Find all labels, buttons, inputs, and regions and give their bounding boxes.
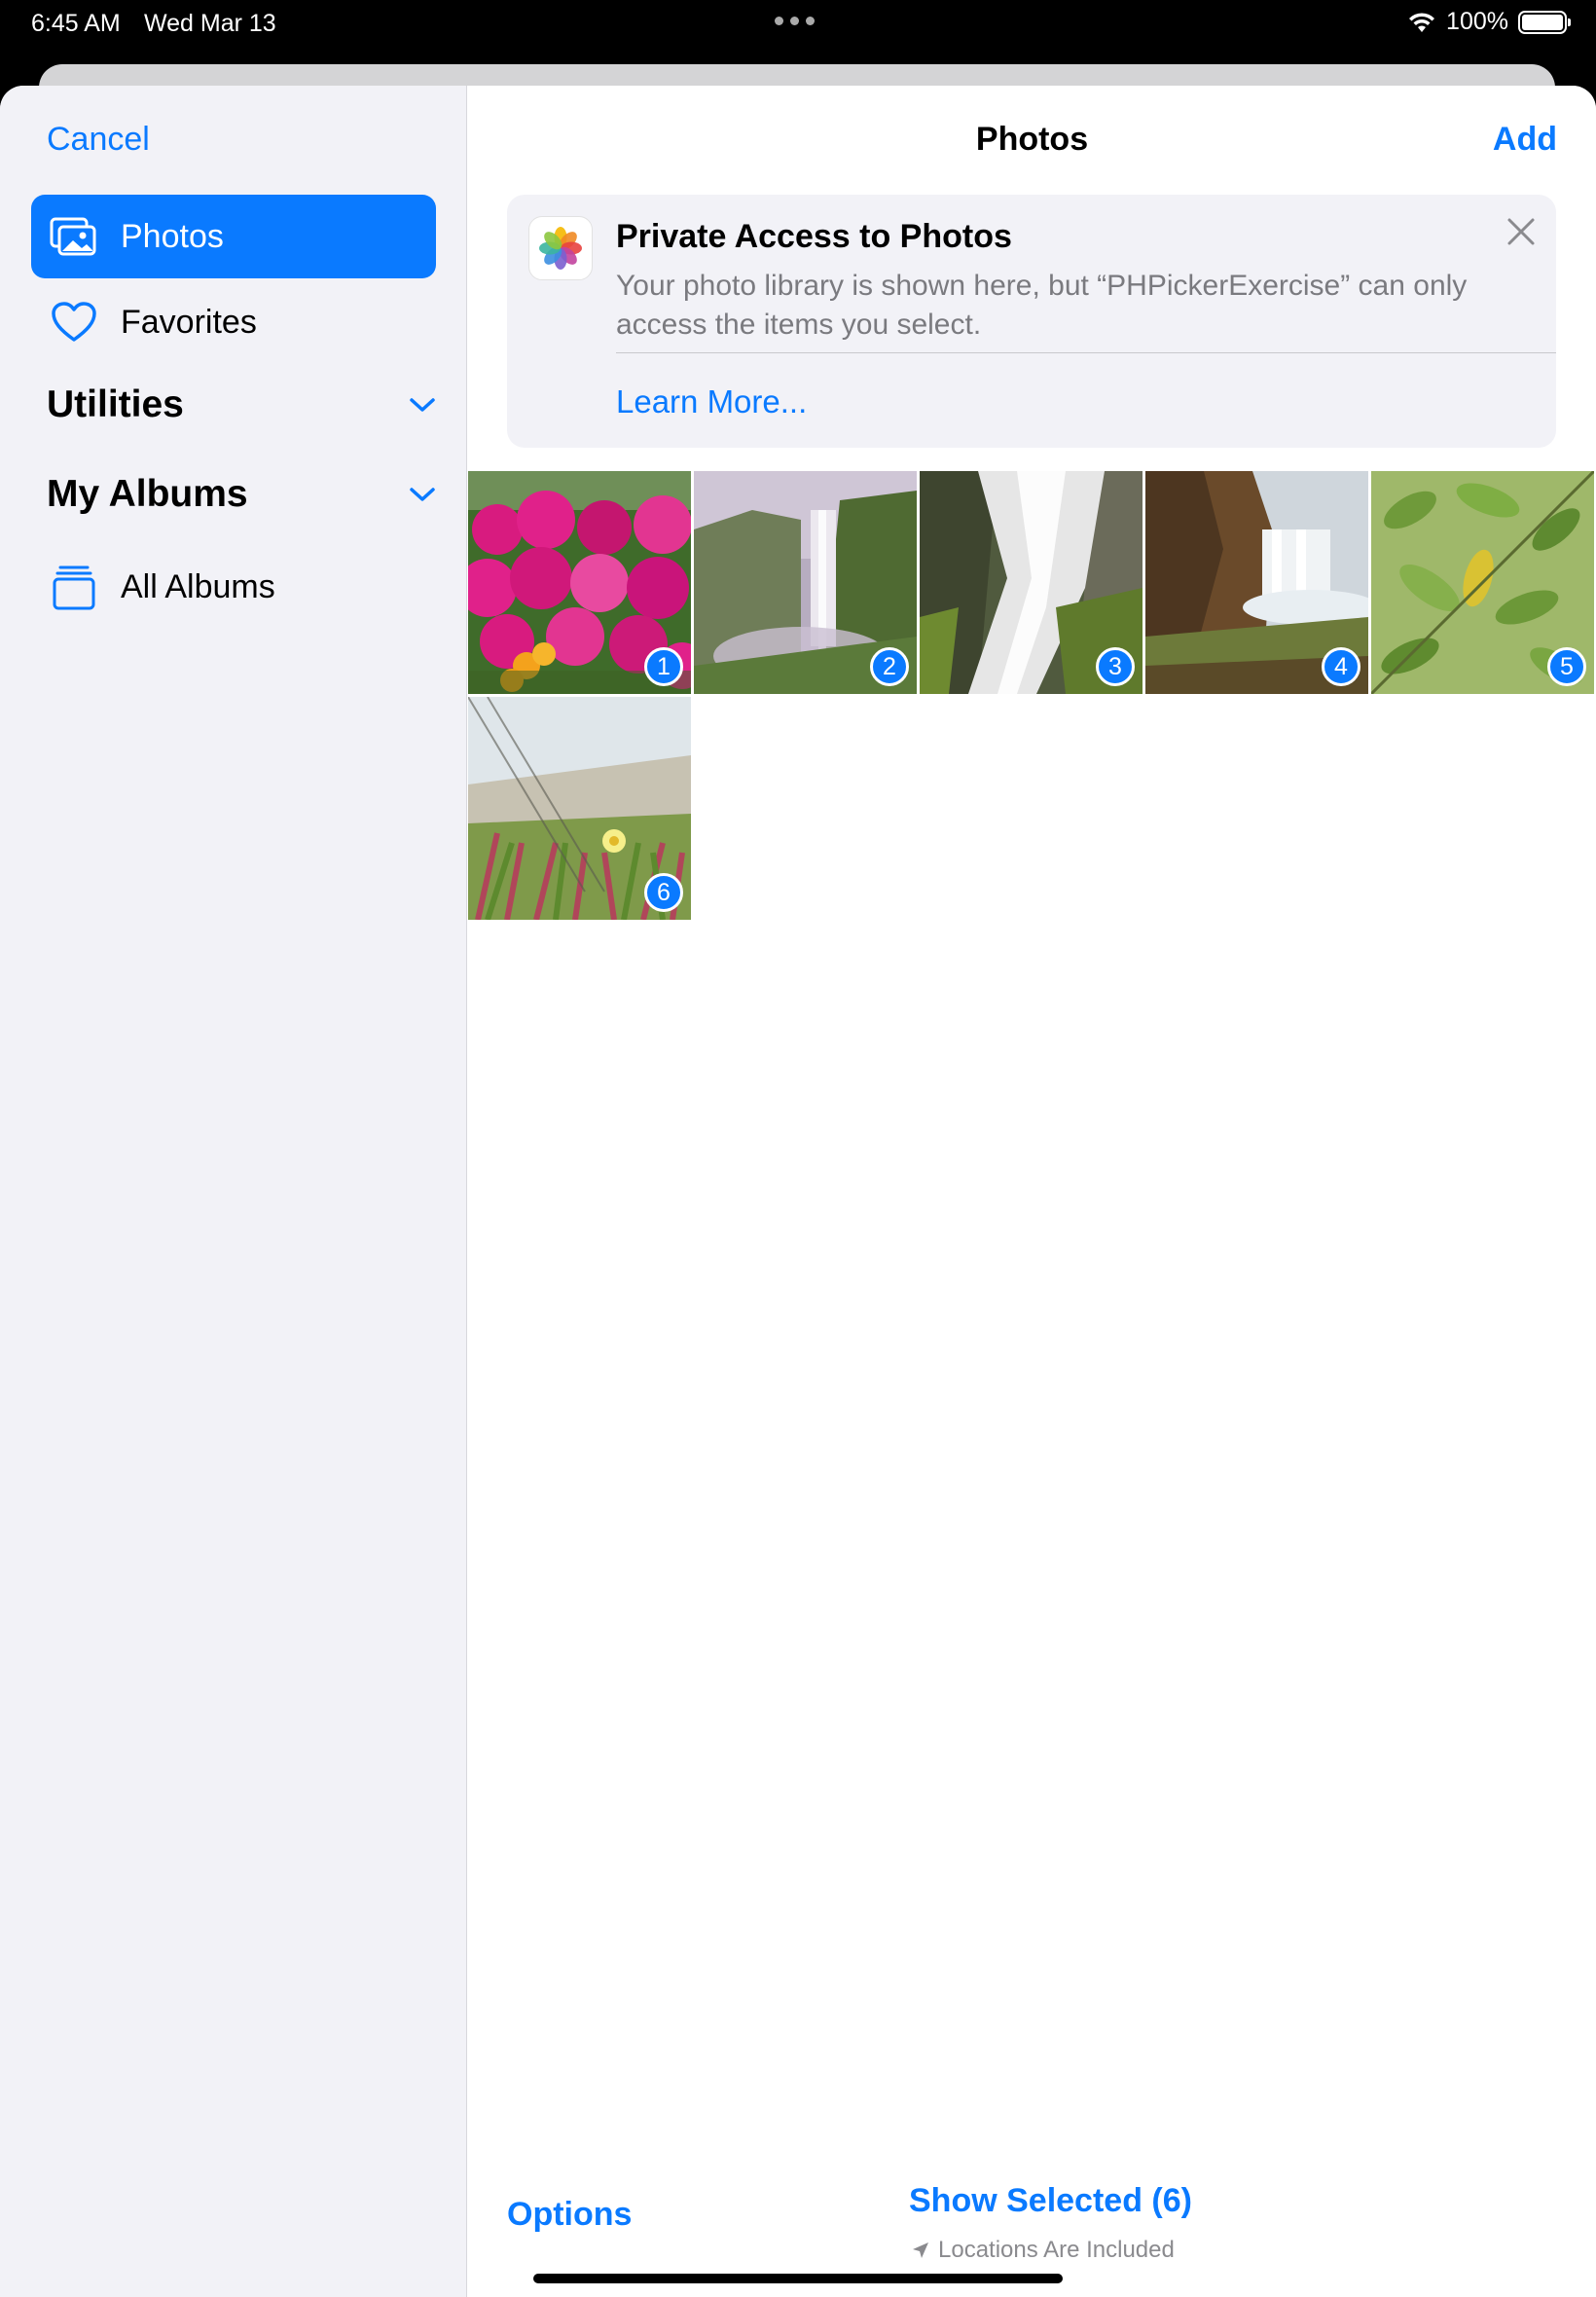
selection-badge: 2 bbox=[870, 647, 909, 686]
add-button[interactable]: Add bbox=[1493, 121, 1557, 159]
private-access-banner: Private Access to Photos Your photo libr… bbox=[507, 195, 1556, 448]
sidebar-item-label: Photos bbox=[121, 217, 224, 255]
heart-icon bbox=[49, 297, 99, 347]
show-selected-button[interactable]: Show Selected (6) bbox=[909, 2182, 1192, 2220]
location-arrow-icon bbox=[913, 2242, 928, 2258]
locations-label: Locations Are Included bbox=[938, 2237, 1175, 2263]
photo-tile-2[interactable]: 2 bbox=[694, 471, 917, 694]
photos-stack-icon bbox=[49, 211, 99, 262]
photo-tile-5[interactable]: 5 bbox=[1371, 471, 1594, 694]
page-title: Photos bbox=[975, 121, 1089, 158]
section-utilities[interactable]: Utilities bbox=[47, 383, 436, 426]
content-pane: Photos Add Private Access to Photos Your… bbox=[468, 86, 1596, 2297]
photos-app-icon bbox=[528, 216, 593, 280]
banner-title: Private Access to Photos bbox=[616, 218, 1012, 255]
wifi-icon bbox=[1409, 12, 1435, 32]
albums-stack-icon bbox=[49, 562, 99, 612]
sidebar-item-all-albums[interactable]: All Albums bbox=[31, 545, 436, 629]
selection-badge: 5 bbox=[1547, 647, 1586, 686]
sidebar-item-photos[interactable]: Photos bbox=[31, 195, 436, 278]
battery-fill bbox=[1522, 14, 1563, 30]
status-right: 100% bbox=[1407, 8, 1571, 36]
sidebar: Cancel Photos Favorites Utilities My Alb… bbox=[0, 86, 467, 2297]
multitasking-dots-icon[interactable] bbox=[775, 17, 815, 25]
banner-divider bbox=[616, 352, 1556, 353]
selection-badge: 4 bbox=[1322, 647, 1360, 686]
banner-body: Your photo library is shown here, but “P… bbox=[616, 270, 1468, 341]
photo-tile-6[interactable]: 6 bbox=[468, 697, 691, 920]
locations-note: Locations Are Included bbox=[911, 2237, 1175, 2264]
status-time: 6:45 AM bbox=[31, 10, 121, 37]
photo-tile-4[interactable]: 4 bbox=[1145, 471, 1368, 694]
sidebar-item-label: All Albums bbox=[121, 567, 275, 605]
cancel-button[interactable]: Cancel bbox=[47, 121, 150, 159]
selection-badge: 3 bbox=[1096, 647, 1135, 686]
status-date: Wed Mar 13 bbox=[144, 10, 276, 37]
close-icon[interactable] bbox=[1502, 212, 1541, 251]
photo-picker-sheet: Cancel Photos Favorites Utilities My Alb… bbox=[0, 86, 1596, 2297]
section-my-albums[interactable]: My Albums bbox=[47, 473, 436, 516]
sidebar-item-favorites[interactable]: Favorites bbox=[31, 280, 436, 364]
section-title: My Albums bbox=[47, 473, 248, 515]
battery-percent: 100% bbox=[1446, 8, 1508, 35]
learn-more-link[interactable]: Learn More... bbox=[616, 383, 807, 420]
battery-icon bbox=[1518, 10, 1571, 34]
chevron-down-icon[interactable] bbox=[409, 486, 436, 503]
chevron-down-icon[interactable] bbox=[409, 396, 436, 414]
home-indicator[interactable] bbox=[533, 2274, 1063, 2283]
selection-badge: 6 bbox=[644, 873, 683, 912]
status-bar: 6:45 AM Wed Mar 13 100% bbox=[0, 0, 1596, 47]
sidebar-item-label: Favorites bbox=[121, 303, 257, 341]
options-button[interactable]: Options bbox=[507, 2196, 632, 2234]
section-title: Utilities bbox=[47, 383, 184, 425]
selection-badge: 1 bbox=[644, 647, 683, 686]
photo-tile-3[interactable]: 3 bbox=[920, 471, 1143, 694]
photo-tile-1[interactable]: 1 bbox=[468, 471, 691, 694]
